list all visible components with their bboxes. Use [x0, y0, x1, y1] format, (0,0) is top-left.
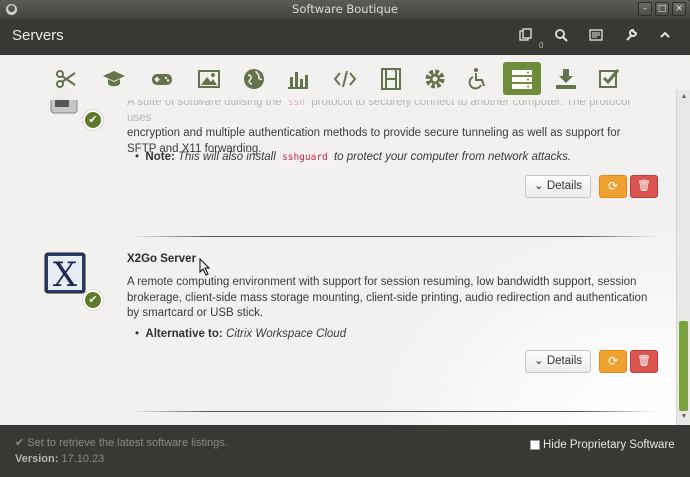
office-icon[interactable]: [279, 62, 317, 95]
servers-icon[interactable]: [503, 62, 541, 95]
window-menu-icon[interactable]: ●: [6, 4, 17, 15]
scroll-up-icon[interactable]: ▲: [679, 92, 689, 102]
chevron-down-icon: ⌄: [534, 180, 544, 192]
app-footer: ✔ Set to retrieve the latest software li…: [0, 425, 690, 477]
education-icon[interactable]: [95, 62, 133, 95]
remove-button[interactable]: 🗑: [630, 175, 658, 198]
page-title: Servers: [12, 27, 64, 44]
x2go-app-icon: X: [43, 251, 89, 299]
accessibility-icon[interactable]: [458, 62, 496, 95]
checkbox[interactable]: [530, 440, 540, 450]
reinstall-button[interactable]: ⟳: [599, 350, 627, 373]
scroll-down-icon[interactable]: ▼: [679, 412, 689, 422]
installed-check-icon: ✔: [83, 290, 103, 310]
minimize-button[interactable]: –: [638, 2, 652, 16]
item-divider: [130, 236, 658, 237]
svg-text:X: X: [53, 255, 78, 295]
games-icon[interactable]: [143, 62, 181, 95]
check-icon: ✔: [15, 437, 25, 449]
item-note: • Note: This will also install sshguard …: [135, 151, 572, 164]
item-description: A remote computing environment with supp…: [127, 276, 648, 319]
installed-check-icon: ✔: [83, 110, 103, 130]
wrench-icon[interactable]: [622, 28, 640, 46]
refresh-icon: ⟳: [607, 179, 619, 193]
downloads-icon[interactable]: [547, 62, 585, 95]
app-header: Servers 0: [0, 19, 690, 55]
item-description: A suite of software utilising the ssh pr…: [127, 96, 631, 155]
chevron-down-icon: ⌄: [534, 355, 544, 367]
remove-button[interactable]: 🗑: [630, 350, 658, 373]
vertical-scrollbar[interactable]: ▲ ▼: [676, 90, 690, 425]
internet-icon[interactable]: [235, 62, 273, 95]
trash-icon: 🗑: [637, 355, 651, 367]
details-button[interactable]: ⌄ Details: [525, 175, 591, 198]
window-titlebar[interactable]: ● Software Boutique – □ ✕: [0, 0, 690, 19]
details-button[interactable]: ⌄ Details: [525, 350, 591, 373]
item-title: X2Go Server: [127, 253, 197, 265]
trash-icon: 🗑: [637, 180, 651, 192]
graphics-icon[interactable]: [190, 62, 228, 95]
system-icon[interactable]: [416, 62, 454, 95]
installed-icon[interactable]: [590, 62, 628, 95]
multimedia-icon[interactable]: [372, 62, 410, 95]
item-divider: [130, 411, 658, 412]
background-decoration: [376, 225, 676, 425]
window-controls: – □ ✕: [638, 2, 686, 16]
accessories-icon[interactable]: [47, 62, 85, 95]
close-button[interactable]: ✕: [672, 2, 686, 16]
software-list[interactable]: ✔ A suite of software utilising the ssh …: [0, 55, 676, 425]
queue-icon[interactable]: [517, 28, 535, 46]
reinstall-button[interactable]: ⟳: [599, 175, 627, 198]
scrollbar-thumb[interactable]: [679, 321, 688, 411]
item-alternative: • Alternative to: Citrix Workspace Cloud: [135, 328, 347, 340]
category-bar: [0, 55, 676, 100]
hide-proprietary-toggle[interactable]: Hide Proprietary Software: [530, 439, 675, 451]
search-icon[interactable]: [552, 28, 570, 46]
maximize-button[interactable]: □: [655, 2, 669, 16]
programming-icon[interactable]: [326, 62, 364, 95]
refresh-icon: ⟳: [607, 354, 619, 368]
app-window: ● Software Boutique – □ ✕ Servers 0 ✔ A …: [0, 0, 690, 477]
collapse-icon[interactable]: [656, 28, 674, 46]
window-title: Software Boutique: [292, 2, 398, 16]
news-icon[interactable]: [587, 28, 605, 46]
status-text: ✔ Set to retrieve the latest software li…: [15, 437, 228, 449]
queue-count: 0: [539, 41, 544, 50]
version-info: Version: 17.10.23: [15, 453, 105, 465]
